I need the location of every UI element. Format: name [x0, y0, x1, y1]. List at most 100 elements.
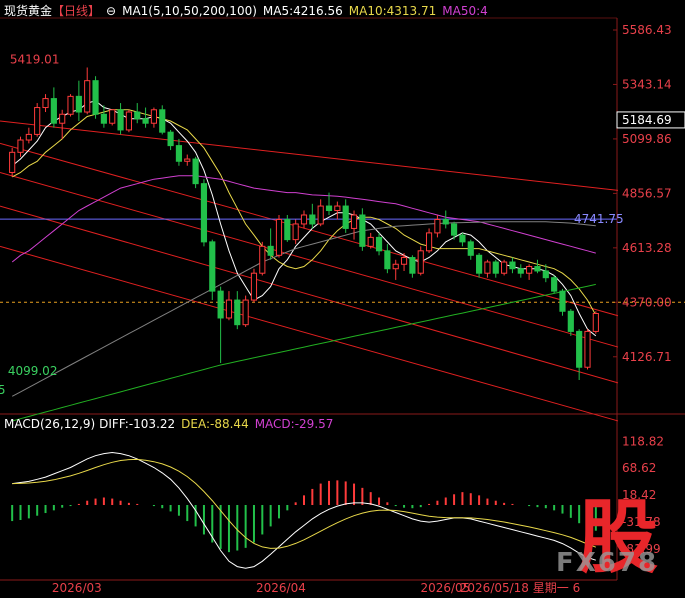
candle-up	[275, 218, 283, 256]
candle-up	[417, 250, 424, 274]
macd-diff: DIFF:-103.22	[99, 417, 176, 431]
candle-down	[217, 290, 224, 319]
ma5-value: MA5:4216.56	[262, 4, 343, 18]
candle-up	[584, 330, 591, 368]
candle-down	[442, 218, 449, 225]
low-annotation-2: 4023.85	[0, 383, 5, 397]
ma10-value: MA10:4313.71	[348, 4, 437, 18]
time-cursor-label: 2026/05/18 星期一 6	[460, 581, 580, 595]
candle-down	[284, 218, 291, 241]
zoom-out-icon[interactable]: ⊖	[106, 4, 116, 18]
candle-down	[467, 241, 474, 256]
watermark-sub: FX678	[556, 548, 659, 578]
channel-line	[0, 171, 619, 348]
low-annotation-1: 4099.02	[8, 364, 58, 378]
candle-down	[534, 265, 541, 272]
candle-down	[450, 223, 458, 236]
candle-up	[334, 205, 341, 212]
candle-down	[134, 111, 141, 120]
candle-down	[175, 145, 183, 162]
candle-down	[159, 109, 166, 133]
candle-down	[567, 310, 574, 332]
candle-down	[517, 268, 524, 274]
channel-line	[0, 245, 619, 422]
period-label[interactable]: 【日线】	[52, 4, 100, 18]
candle-down	[234, 299, 241, 326]
price-axis-label: 5586.43	[622, 23, 672, 37]
time-axis-label: 2026/03	[52, 581, 102, 595]
candle-up	[250, 272, 258, 301]
candle-down	[409, 257, 416, 274]
macd-header: MACD(26,12,9) DIFF:-103.22 DEA:-88.44 MACD:…	[4, 417, 339, 431]
candle-down	[509, 261, 516, 270]
candle-down	[325, 205, 333, 212]
candle-up	[84, 80, 91, 113]
price-axis-label: 5099.86	[622, 132, 672, 146]
candle-up	[425, 232, 433, 252]
candle-up	[484, 261, 491, 274]
ma50-value: MA50:4	[442, 4, 488, 18]
candle-down	[117, 109, 124, 131]
chart-stage: 5586.43 5343.14 5099.86 4856.57 4613.28 4370.…	[0, 0, 685, 598]
candle-down	[459, 234, 466, 243]
candle-down	[476, 254, 483, 274]
candle-up	[225, 299, 233, 319]
candle-down	[342, 205, 349, 229]
candle-down	[167, 131, 174, 147]
candle-up	[259, 245, 266, 274]
candle-up	[125, 111, 132, 131]
price-axis-label: 4613.28	[622, 241, 672, 255]
candle-down	[200, 183, 208, 243]
candle-down	[542, 270, 549, 279]
candle-up	[184, 158, 191, 162]
channel-line	[0, 142, 619, 317]
candle-down	[267, 245, 274, 256]
candle-up	[501, 261, 508, 274]
instrument-name[interactable]: 现货黄金	[4, 4, 52, 18]
candle-down	[576, 330, 583, 368]
price-axis-label: 4126.71	[622, 350, 672, 364]
candle-down	[492, 261, 499, 274]
current-price-label: 5184.69	[622, 113, 672, 127]
candle-up	[292, 223, 299, 241]
candle-up	[350, 214, 358, 229]
candle-up	[526, 265, 533, 274]
candle-up	[17, 139, 24, 153]
candle-down	[142, 118, 149, 124]
ma-line-ma200	[12, 283, 596, 422]
candle-down	[100, 113, 107, 124]
candle-up	[367, 236, 374, 247]
time-axis-label: 2026/04	[256, 581, 306, 595]
candle-up	[67, 95, 74, 115]
price-axis-label: 4370.00	[622, 295, 672, 309]
candle-down	[209, 241, 216, 292]
candle-up	[400, 257, 408, 265]
candle-down	[309, 214, 316, 225]
price-axis-label: 4856.57	[622, 186, 672, 200]
price-header: 现货黄金【日线】 ⊖ MA1(5,10,50,200,100) MA5:4216.56…	[4, 4, 494, 18]
high-annotation: 5419.01	[10, 52, 60, 66]
ma-line-ma100	[11, 221, 596, 397]
macd-diff-line	[12, 451, 596, 569]
candle-up	[109, 109, 116, 124]
candle-up	[317, 205, 324, 225]
candle-up	[392, 263, 399, 270]
ma-params: MA1(5,10,50,200,100)	[122, 4, 257, 18]
candle-down	[359, 214, 366, 247]
candle-up	[34, 107, 41, 135]
candle-up	[150, 109, 158, 124]
candle-up	[300, 214, 308, 225]
candle-down	[559, 290, 566, 312]
candle-up	[9, 151, 16, 173]
candle-up	[242, 299, 249, 326]
candle-down	[375, 236, 383, 252]
macd-dea: DEA:-88.44	[181, 417, 249, 431]
macd-axis-label: 68.62	[622, 461, 656, 475]
price-axis-label: 5343.14	[622, 77, 672, 91]
candle-up	[59, 113, 66, 124]
candle-down	[384, 250, 391, 270]
candle-down	[50, 98, 57, 124]
candle-up	[434, 218, 441, 234]
candle-up	[25, 133, 32, 141]
candle-down	[192, 158, 199, 185]
